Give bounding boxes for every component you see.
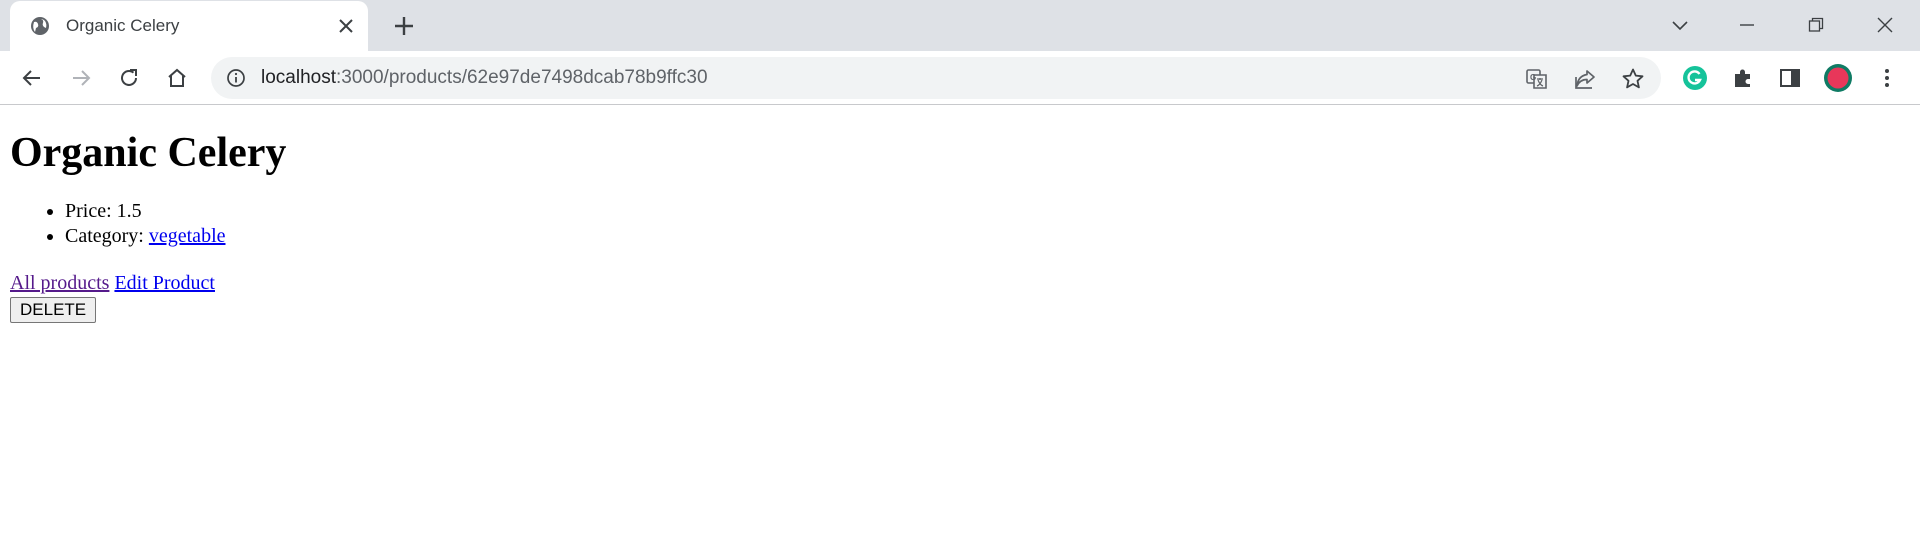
share-icon: [1575, 70, 1595, 89]
arrow-left-icon: [22, 70, 40, 86]
star-icon: [1622, 68, 1644, 89]
new-tab-icon[interactable]: [392, 14, 416, 38]
category-item: Category: vegetable: [65, 224, 1910, 249]
product-details-list: Price: 1.5 Category: vegetable: [10, 199, 1910, 249]
reload-icon: [121, 69, 137, 86]
browser-menu-button[interactable]: [1872, 63, 1902, 93]
arrow-right-icon: [73, 70, 91, 86]
grammarly-icon: [1683, 66, 1707, 90]
category-link[interactable]: vegetable: [149, 225, 226, 247]
price-value: 1.5: [116, 200, 142, 223]
delete-button[interactable]: DELETE: [10, 297, 97, 324]
info-icon[interactable]: [226, 68, 246, 88]
forward-button[interactable]: [66, 63, 96, 93]
minimize-button[interactable]: [1732, 10, 1762, 40]
tab-search-button[interactable]: [1665, 10, 1695, 40]
bookmark-button[interactable]: [1620, 66, 1646, 92]
home-button[interactable]: [162, 63, 192, 93]
svg-text:G: G: [1530, 73, 1536, 82]
category-label: Category:: [65, 225, 149, 248]
puzzle-piece-icon: [1735, 69, 1750, 87]
price-item: Price: 1.5: [65, 199, 1910, 224]
more-vertical-icon: [1885, 69, 1889, 87]
profile-button[interactable]: [1823, 63, 1853, 93]
action-links: All products Edit Product: [10, 271, 1910, 295]
tab-strip: Organic Celery: [0, 0, 1920, 51]
avatar: [1824, 64, 1852, 92]
all-products-link[interactable]: All products: [10, 272, 109, 294]
globe-icon: [31, 17, 49, 35]
page-title: Organic Celery: [10, 130, 287, 176]
grammarly-extension-button[interactable]: [1680, 63, 1710, 93]
restore-button[interactable]: [1801, 10, 1831, 40]
url-host: localhost: [261, 67, 336, 88]
page-content: Organic Celery Price: 1.5 Category: vege…: [0, 129, 1920, 324]
browser-toolbar: localhost:3000/products/62e97de7498dcab7…: [0, 51, 1920, 105]
back-button[interactable]: [17, 63, 47, 93]
url-text[interactable]: localhost:3000/products/62e97de7498dcab7…: [261, 68, 708, 88]
address-bar[interactable]: localhost:3000/products/62e97de7498dcab7…: [211, 57, 1661, 99]
extensions-button[interactable]: [1728, 63, 1758, 93]
close-window-button[interactable]: [1870, 10, 1900, 40]
close-tab-icon[interactable]: [336, 16, 356, 36]
restore-icon: [1808, 17, 1824, 32]
translate-button[interactable]: G: [1524, 66, 1550, 92]
browser-tab[interactable]: Organic Celery: [10, 1, 368, 51]
close-icon: [1877, 17, 1893, 33]
chevron-down-icon: [1672, 21, 1688, 31]
reload-button[interactable]: [114, 63, 144, 93]
home-icon: [168, 68, 186, 87]
url-path: :3000/products/62e97de7498dcab78b9ffc30: [336, 67, 708, 88]
translate-icon: G: [1526, 69, 1547, 89]
side-panel-icon: [1780, 69, 1800, 87]
share-button[interactable]: [1572, 66, 1598, 92]
minimize-icon: [1740, 24, 1754, 26]
tab-title: Organic Celery: [66, 16, 180, 35]
price-label: Price:: [65, 200, 117, 223]
side-panel-button[interactable]: [1775, 63, 1805, 93]
edit-product-link[interactable]: Edit Product: [114, 272, 215, 294]
